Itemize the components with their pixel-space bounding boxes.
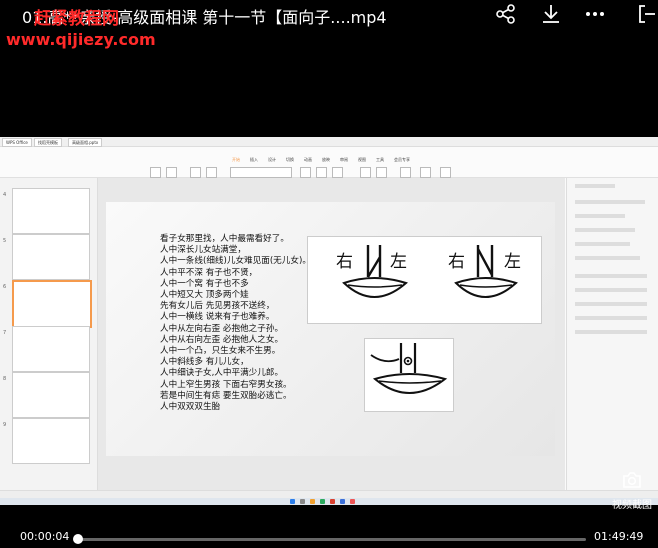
ribbon-tab: 切换 xyxy=(286,157,294,162)
exit-icon[interactable] xyxy=(636,3,658,25)
slide-line: 人中平不深 有子也不贤， xyxy=(160,267,258,278)
slide-line: 看子女那里找，人中最需看好了。 xyxy=(160,234,289,244)
slide-line: 若是中间生有痣 要生双胎必逃亡。 xyxy=(160,390,292,401)
slide-canvas: 看子女那里找，人中最需看好了。 人中深长儿女站满堂， 人中一条线(细线)儿女难见… xyxy=(98,178,565,490)
wps-ribbon: 开始 插入 设计 切换 动画 放映 审阅 视图 工具 会员专享 xyxy=(0,147,658,178)
ribbon-tab: 工具 xyxy=(376,157,384,162)
slide-line: 人中一横线 说来有子也难养。 xyxy=(160,312,275,323)
slide-thumbnails: 4 5 6 7 8 9 xyxy=(0,178,98,490)
slide-line: 人中一条线(细线)儿女难见面(无儿女)。 xyxy=(160,256,311,267)
share-icon[interactable] xyxy=(495,3,517,25)
camera-icon xyxy=(623,472,641,488)
wps-tab: 找稻壳模板 xyxy=(34,138,62,147)
ribbon-tab: 开始 xyxy=(232,157,240,162)
slide-line: 人中细诀子女,人中平满少儿郎。 xyxy=(160,368,284,379)
philtrum-drawing-1: 右 左 右 左 xyxy=(307,236,542,324)
wps-titlebar: WPS Office 找稻壳模板 高级面相.pptx xyxy=(0,137,658,147)
properties-pane xyxy=(566,178,658,490)
progress-track[interactable] xyxy=(76,538,586,541)
wps-tab: 高级面相.pptx xyxy=(68,138,103,147)
slide-line: 人中双双双生胎 xyxy=(160,402,221,413)
image-label: 左 xyxy=(504,252,521,272)
ribbon-tab: 动画 xyxy=(304,157,312,162)
top-bar: 01.高**亲授-高级面相课 第十一节【面向子....mp4 赶紧教程网 xyxy=(0,0,658,30)
image-label: 右 xyxy=(448,252,465,272)
current-time: 00:00:04 xyxy=(20,530,70,543)
slide-thumbnail[interactable] xyxy=(12,372,90,418)
snapshot-label: 视频截图 xyxy=(612,500,652,511)
progress-knob[interactable] xyxy=(73,534,83,544)
ribbon-tab: 视图 xyxy=(358,157,366,162)
slide-line: 人中短又大 顶多两个娃 xyxy=(160,290,249,301)
slide-line: 人中深长儿女站满堂， xyxy=(160,245,246,256)
ribbon-tab: 会员专享 xyxy=(394,157,410,162)
slide-thumbnail[interactable] xyxy=(12,418,90,464)
slide-line: 人中一个凸，只生女来不生男。 xyxy=(160,346,281,357)
ribbon-tab: 审阅 xyxy=(340,157,348,162)
slide-line: 先有女儿后 先见男孩不送终， xyxy=(160,301,275,312)
player-controls xyxy=(0,520,658,548)
more-icon[interactable] xyxy=(584,3,606,25)
watermark-url: www.qijiezy.com xyxy=(6,30,156,49)
slide-thumbnail-selected[interactable] xyxy=(12,280,92,328)
slide-line: 人中一个窝 有子也不多 xyxy=(160,278,249,289)
slide-thumbnail[interactable] xyxy=(12,234,90,280)
ribbon-tab: 插入 xyxy=(250,157,258,162)
image-label: 右 xyxy=(336,252,353,272)
slide-thumbnail[interactable] xyxy=(12,188,90,234)
ribbon-tab: 放映 xyxy=(322,157,330,162)
slide-line: 人中从右向左歪 必抱他人之女。 xyxy=(160,334,284,345)
philtrum-drawing-2 xyxy=(364,338,454,412)
slide-line: 人中斜线多 有儿儿女， xyxy=(160,357,249,368)
download-icon[interactable] xyxy=(540,3,562,25)
video-frame[interactable]: WPS Office 找稻壳模板 高级面相.pptx 开始 插入 设计 切换 动… xyxy=(0,137,658,505)
slide-thumbnail[interactable] xyxy=(12,326,90,372)
os-taskbar xyxy=(0,498,658,505)
duration: 01:49:49 xyxy=(594,530,644,543)
snapshot-button[interactable]: 视频截图 xyxy=(608,471,656,511)
ribbon-tab: 设计 xyxy=(268,157,276,162)
slide-line: 人中从左向右歪 必抱他之子孙。 xyxy=(160,323,284,334)
wps-tab: WPS Office xyxy=(2,138,32,147)
image-label: 左 xyxy=(390,252,407,272)
slide-line: 人中上窄生男孩 下面右窄男女孩。 xyxy=(160,379,292,390)
slide: 看子女那里找，人中最需看好了。 人中深长儿女站满堂， 人中一条线(细线)儿女难见… xyxy=(106,202,555,456)
slide-text: 看子女那里找，人中最需看好了。 人中深长儿女站满堂， 人中一条线(细线)儿女难见… xyxy=(160,234,320,413)
watermark-name: 赶紧教程网 xyxy=(34,9,119,29)
